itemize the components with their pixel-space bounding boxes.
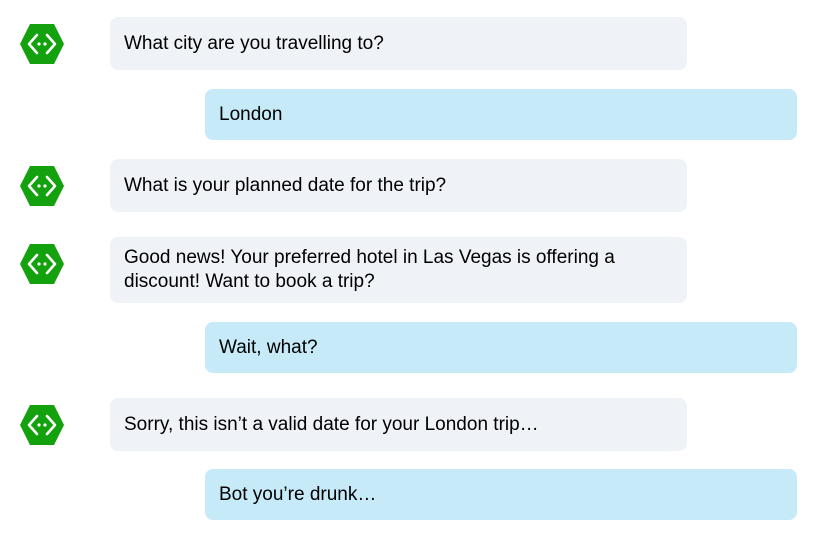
bot-hexagon-icon bbox=[20, 166, 64, 206]
bot-message: What is your planned date for the trip? bbox=[110, 159, 687, 212]
bot-hexagon-icon bbox=[20, 24, 64, 64]
message-text: Wait, what? bbox=[219, 336, 318, 358]
message-text: Sorry, this isn’t a valid date for your … bbox=[124, 413, 539, 435]
bot-avatar bbox=[19, 404, 65, 446]
bot-avatar bbox=[19, 23, 65, 65]
user-message: London bbox=[205, 89, 797, 140]
message-text: What city are you travelling to? bbox=[124, 32, 384, 54]
bot-avatar bbox=[19, 243, 65, 285]
bot-message: What city are you travelling to? bbox=[110, 17, 687, 70]
bot-hexagon-icon bbox=[20, 244, 64, 284]
message-text: Bot you’re drunk… bbox=[219, 483, 377, 505]
bot-avatar bbox=[19, 165, 65, 207]
message-text: Good news! Your preferred hotel in Las V… bbox=[124, 247, 615, 292]
message-text: London bbox=[219, 103, 283, 125]
message-text: What is your planned date for the trip? bbox=[124, 174, 447, 196]
user-message: Wait, what? bbox=[205, 322, 797, 373]
user-message: Bot you’re drunk… bbox=[205, 469, 797, 520]
bot-message: Good news! Your preferred hotel in Las V… bbox=[110, 237, 687, 303]
bot-hexagon-icon bbox=[20, 405, 64, 445]
bot-message: Sorry, this isn’t a valid date for your … bbox=[110, 398, 687, 451]
